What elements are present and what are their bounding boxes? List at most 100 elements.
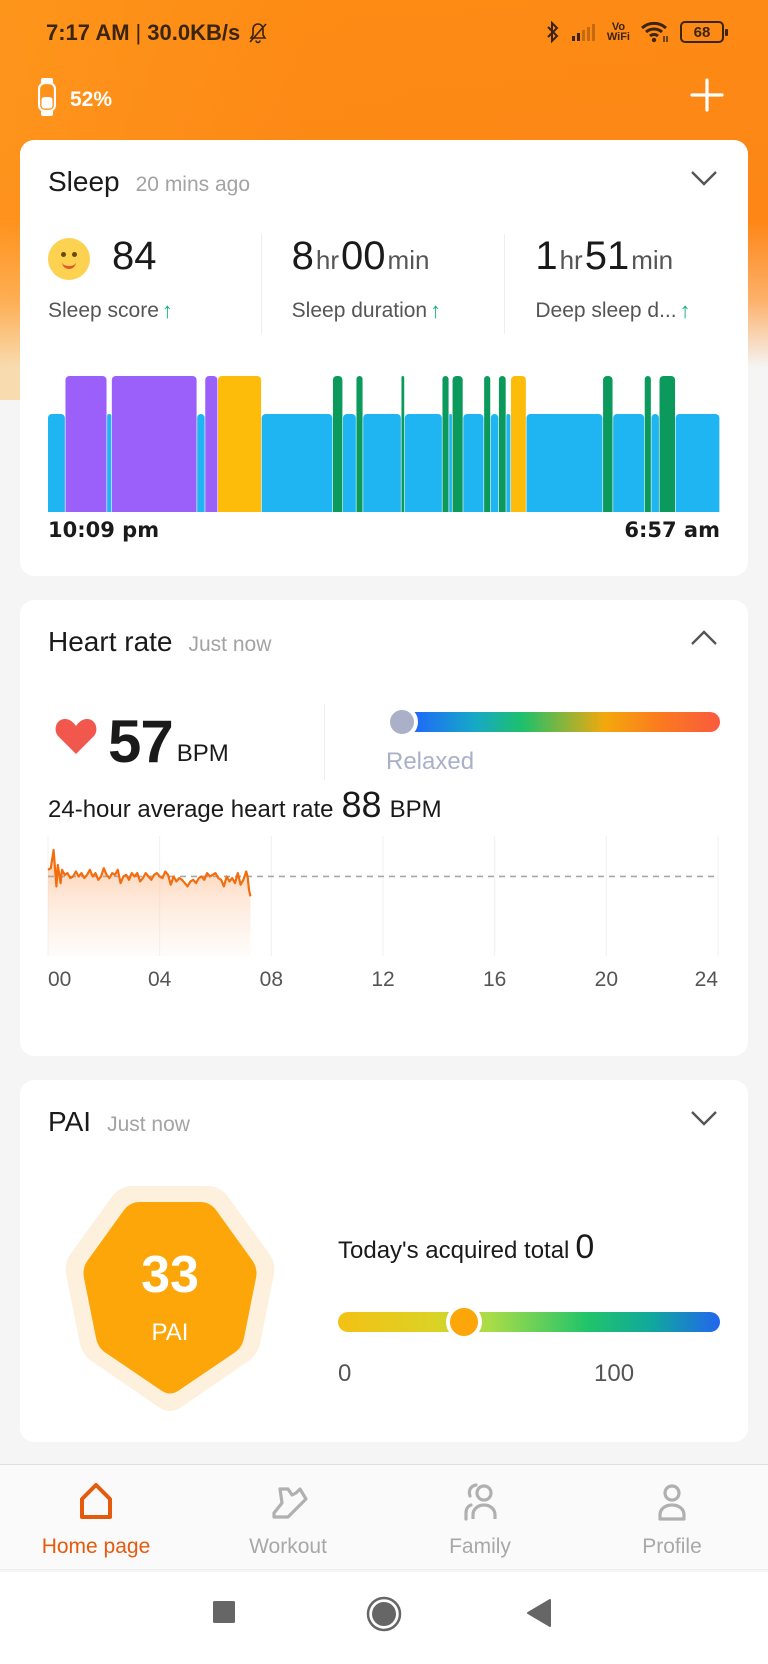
heart-rate-updated: Just now xyxy=(188,633,272,656)
pai-card[interactable]: PAI Just now 33 PAI Today's acquired tot… xyxy=(20,1080,748,1442)
sleep-segment-deep xyxy=(205,376,218,512)
pai-scale-max: 100 xyxy=(594,1360,635,1387)
sleep-segment-rem xyxy=(401,376,405,512)
chevron-down-icon[interactable] xyxy=(690,1108,718,1128)
pai-scale-bar xyxy=(338,1304,720,1340)
sleep-duration-stat[interactable]: 8 hr 00 min Sleep duration ↑ xyxy=(260,234,505,334)
chevron-down-icon[interactable] xyxy=(690,168,718,188)
x-tick-label: 24 xyxy=(695,968,719,988)
pai-updated: Just now xyxy=(107,1113,190,1136)
signal-icon xyxy=(571,22,597,42)
sleep-card[interactable]: Sleep 20 mins ago 84 Sleep score ↑ 8 hr … xyxy=(20,140,748,576)
separator: | xyxy=(135,20,142,45)
pai-value: 33 xyxy=(141,1246,199,1304)
heart-rate-unit: BPM xyxy=(176,740,229,767)
home-icon xyxy=(80,1483,112,1519)
device-status[interactable]: 52% xyxy=(37,78,113,121)
nav-profile[interactable]: Profile xyxy=(576,1465,768,1569)
nav-profile-label: Profile xyxy=(642,1535,702,1558)
heart-rate-value: 57 xyxy=(108,708,174,775)
sleep-segment-light xyxy=(261,414,333,512)
deep-sleep-label: Deep sleep d... xyxy=(535,299,677,322)
deep-minutes: 51 xyxy=(584,234,630,278)
back-button[interactable] xyxy=(526,1598,552,1628)
avg-label: 24-hour average heart rate xyxy=(48,796,334,823)
clock: 7:17 AM xyxy=(46,20,130,45)
network-speed: 30.0KB/s xyxy=(147,20,241,45)
min-unit: min xyxy=(631,245,674,275)
current-heart-rate: 57 BPM xyxy=(54,712,229,772)
pai-today-value: 0 xyxy=(575,1228,595,1266)
sleep-stats: 84 Sleep score ↑ 8 hr 00 min Sleep durat… xyxy=(20,234,748,334)
battery-icon: 68 xyxy=(680,21,728,43)
smiley-icon xyxy=(48,238,90,280)
vowifi-icon: Vo WiFi xyxy=(606,22,630,43)
nav-workout-label: Workout xyxy=(249,1535,327,1558)
duration-minutes: 00 xyxy=(341,234,386,278)
avg-value: 88 xyxy=(341,784,382,825)
x-tick-label: 04 xyxy=(148,968,172,988)
sleep-segment-rem xyxy=(332,376,343,512)
sleep-segment-light xyxy=(343,414,356,512)
divider xyxy=(324,704,325,780)
hr-unit: hr xyxy=(315,245,340,275)
sleep-segment-light xyxy=(107,414,112,512)
sleep-segment-light xyxy=(363,414,401,512)
nav-home[interactable]: Home page xyxy=(0,1465,192,1569)
home-button[interactable] xyxy=(366,1596,402,1632)
nav-home-label: Home page xyxy=(41,1535,151,1558)
sleep-segment-rem xyxy=(603,376,613,512)
device-battery: 52% xyxy=(70,87,113,111)
pai-label: PAI xyxy=(152,1319,189,1346)
plus-icon xyxy=(690,78,724,112)
deep-sleep-stat[interactable]: 1 hr 51 min Deep sleep d... ↑ xyxy=(504,234,748,334)
wifi-icon xyxy=(640,20,670,44)
sleep-segment-deep xyxy=(111,376,197,512)
heart-rate-area xyxy=(48,849,251,956)
sleep-score-label: Sleep score xyxy=(48,299,159,322)
add-button[interactable] xyxy=(690,78,724,112)
pai-badge: 33 PAI xyxy=(65,1186,275,1411)
sleep-score-stat[interactable]: 84 Sleep score ↑ xyxy=(20,234,261,334)
duration-hours: 8 xyxy=(291,234,314,278)
x-tick-label: 20 xyxy=(595,968,618,988)
heart-rate-title: Heart rate xyxy=(48,626,173,657)
sleep-segment-light xyxy=(506,414,511,512)
nav-family-label: Family xyxy=(449,1535,511,1558)
sleep-start-time: 10:09 pm xyxy=(48,518,160,542)
sleep-segment-light xyxy=(48,414,65,512)
chevron-up-icon[interactable] xyxy=(690,628,718,648)
pai-today-label: Today's acquired total xyxy=(338,1237,570,1264)
sleep-segment-awake xyxy=(218,376,262,512)
x-tick-label: 08 xyxy=(260,968,283,988)
heart-icon xyxy=(55,719,97,754)
sleep-segment-rem xyxy=(356,376,363,512)
sleep-segment-rem xyxy=(442,376,449,512)
nav-workout[interactable]: Workout xyxy=(192,1465,384,1569)
deep-hours: 1 xyxy=(535,234,558,278)
sleep-segment-rem xyxy=(644,376,651,512)
avg-unit: BPM xyxy=(389,796,442,823)
sleep-segment-deep xyxy=(65,376,107,512)
pai-title: PAI xyxy=(48,1106,92,1137)
sleep-updated: 20 mins ago xyxy=(135,173,251,196)
sleep-segment-light xyxy=(651,414,659,512)
pai-today-total: Today's acquired total 0 xyxy=(338,1228,594,1267)
up-arrow-icon: ↑ xyxy=(679,298,691,323)
heart-rate-card[interactable]: Heart rate Just now 57 BPM Relaxed 24-ho… xyxy=(20,600,748,1056)
system-navigation xyxy=(0,1572,768,1664)
status-bar: 7:17 AM | 30.0KB/s Vo WiFi 68 xyxy=(0,0,768,70)
sleep-segment-rem xyxy=(484,376,491,512)
bluetooth-icon xyxy=(545,20,561,44)
sleep-stage-chart[interactable] xyxy=(48,376,720,512)
sleep-title: Sleep xyxy=(48,166,120,197)
family-icon xyxy=(464,1483,497,1521)
sleep-segment-rem xyxy=(498,376,506,512)
sleep-segment-rem xyxy=(659,376,676,512)
vowifi-bottom: WiFi xyxy=(606,31,630,43)
heart-rate-chart[interactable]: 00 04 08 12 16 20 24 xyxy=(20,828,748,988)
min-unit: min xyxy=(387,245,430,275)
recents-button[interactable] xyxy=(212,1600,236,1624)
battery-level: 68 xyxy=(693,23,711,41)
nav-family[interactable]: Family xyxy=(384,1465,576,1569)
